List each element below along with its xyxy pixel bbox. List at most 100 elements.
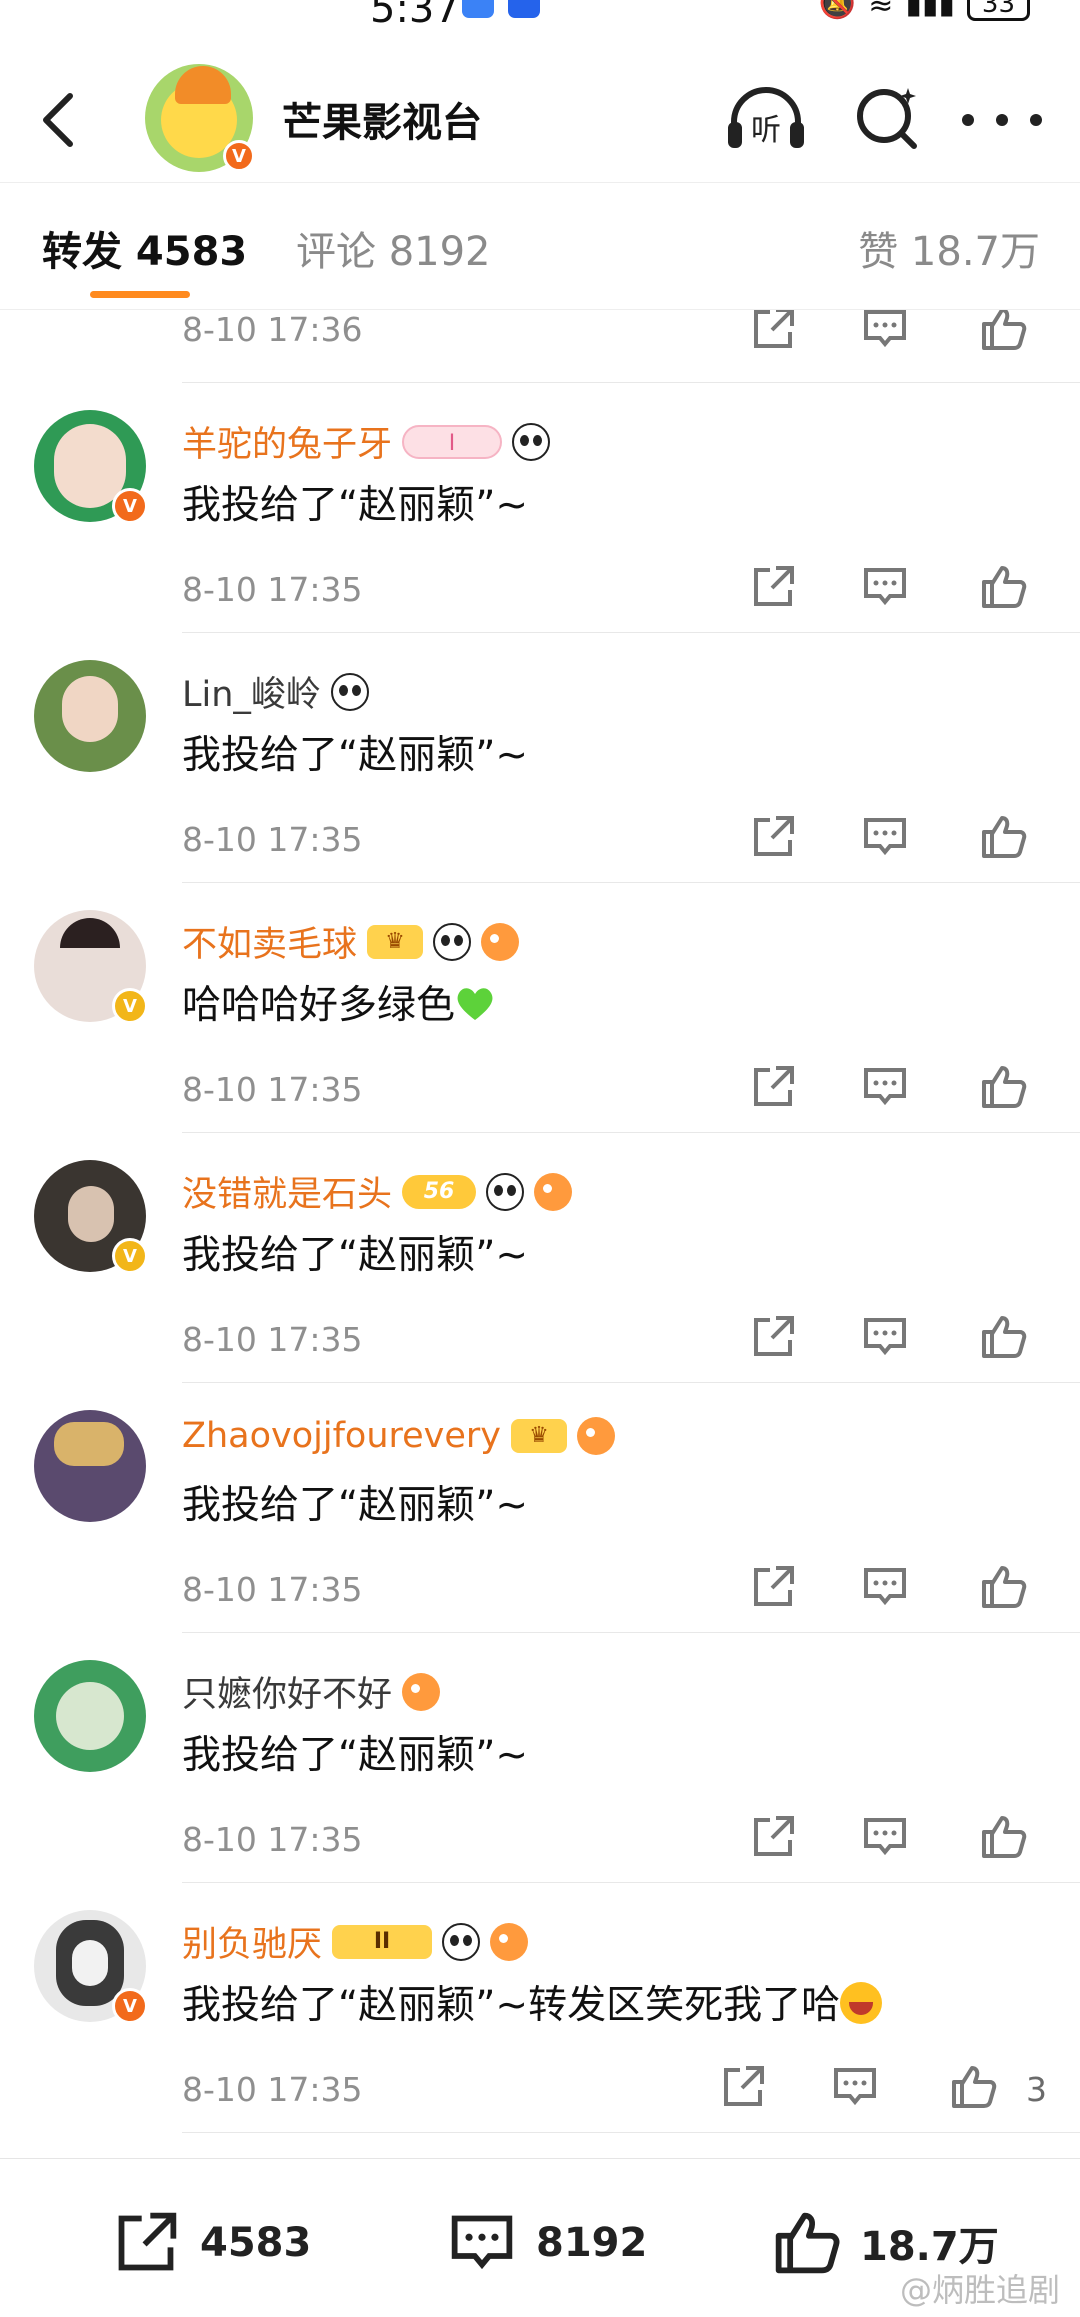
back-arrow-icon [43, 93, 73, 147]
comment-icon[interactable] [860, 310, 910, 354]
username[interactable]: Zhaovojjfourevery [182, 1416, 501, 1456]
bell-muted-icon: 🔕 [818, 0, 857, 21]
username[interactable]: 别负驰厌 [182, 1916, 322, 1967]
repost-text: 我投给了“赵丽颖”~ [182, 1733, 529, 1778]
comment-icon[interactable] [830, 2062, 880, 2112]
repost-icon[interactable] [748, 1312, 798, 1362]
repost-text-content: 哈哈哈好多绿色 [182, 983, 456, 1028]
repost-icon[interactable] [748, 562, 798, 612]
tab-repost[interactable]: 转发 4583 [42, 219, 247, 277]
watermark: @炳胜追剧 [899, 2271, 1060, 2309]
listen-icon: 听 [728, 87, 804, 148]
comment-icon[interactable] [860, 812, 910, 862]
repost-time: 8-10 17:35 [182, 2070, 363, 2109]
verified-icon: V [112, 1988, 148, 2024]
user-avatar[interactable] [34, 1410, 146, 1522]
bottom-repost-button[interactable]: 4583 [110, 2207, 311, 2279]
bottom-comment-button[interactable]: 8192 [446, 2207, 647, 2279]
comment-icon[interactable] [860, 1562, 910, 1612]
bottom-repost-count: 4583 [200, 2220, 312, 2266]
user-avatar[interactable] [34, 1660, 146, 1772]
like-count: 3 [1026, 2070, 1047, 2109]
username[interactable]: 只嬷你好不好 [182, 1666, 392, 1717]
repost-time: 8-10 17:35 [182, 1320, 363, 1359]
username-line: 别负驰厌 II [182, 1916, 529, 1967]
repost-text: 哈哈哈好多绿色 [182, 974, 495, 1030]
repost-icon[interactable] [718, 2062, 768, 2112]
comment-icon[interactable] [860, 562, 910, 612]
username-line: 羊驼的兔子牙 I [182, 416, 551, 467]
account-avatar[interactable]: V [145, 64, 255, 172]
verified-icon: V [112, 1238, 148, 1274]
tab-comment[interactable]: 评论 8192 [296, 219, 491, 277]
user-avatar[interactable] [34, 660, 146, 772]
repost-item[interactable]: V 不如卖毛球 ♛ 哈哈哈好多绿色 8-10 17:35 [0, 882, 1080, 1133]
username[interactable]: 没错就是石头 [182, 1166, 392, 1217]
fish-emoji-icon [402, 1672, 441, 1711]
repost-list[interactable]: 8-10 17:36 V 羊驼的兔子牙 I 我投给了“赵丽颖”~ 8-10 17… [0, 310, 1080, 2155]
comment-icon[interactable] [860, 1312, 910, 1362]
repost-item[interactable]: V 羊驼的兔子牙 I 我投给了“赵丽颖”~ 8-10 17:35 [0, 382, 1080, 633]
active-tab-indicator [90, 291, 190, 298]
like-icon[interactable] [978, 1562, 1028, 1612]
tab-like[interactable]: 赞 18.7万 [858, 219, 1040, 277]
repost-icon[interactable] [748, 1812, 798, 1862]
header: V 芒果影视台 听 [0, 60, 1080, 180]
repost-item[interactable]: Lin_峻岭 我投给了“赵丽颖”~ 8-10 17:35 [0, 632, 1080, 883]
listen-button[interactable]: 听 [724, 84, 808, 154]
user-avatar[interactable]: V [34, 1160, 148, 1274]
repost-icon[interactable] [748, 310, 798, 354]
repost-text: 我投给了“赵丽颖”~ [182, 1233, 529, 1278]
comment-icon[interactable] [860, 1812, 910, 1862]
repost-item[interactable]: 只嬷你好不好 我投给了“赵丽颖”~ 8-10 17:35 [0, 1632, 1080, 1883]
crown-badge: ♛ [367, 924, 424, 959]
status-time: 5:37 [370, 0, 460, 32]
panda-emoji-icon [330, 672, 369, 711]
repost-icon[interactable] [748, 1562, 798, 1612]
user-avatar[interactable]: V [34, 1910, 148, 2024]
verified-icon: V [112, 488, 148, 524]
laugh-emoji-icon [840, 1982, 883, 2024]
repost-text-content: 我投给了“赵丽颖”~转发区笑死我了哈 [182, 1983, 841, 2028]
avatar-portrait [62, 676, 118, 742]
like-icon[interactable] [948, 2062, 998, 2112]
crown-level-badge: II [332, 1924, 433, 1959]
page-title[interactable]: 芒果影视台 [282, 90, 482, 148]
member-badge: I [402, 424, 503, 459]
repost-text: 我投给了“赵丽颖”~ [182, 483, 529, 528]
like-icon[interactable] [978, 1312, 1028, 1362]
repost-time: 8-10 17:36 [182, 310, 363, 349]
user-avatar[interactable]: V [34, 410, 148, 524]
comment-icon[interactable] [860, 1062, 910, 1112]
search-button[interactable] [852, 82, 922, 154]
avatar-portrait [56, 1682, 124, 1750]
like-icon [775, 2212, 840, 2274]
crown-badge: ♛ [511, 1419, 568, 1453]
repost-item[interactable]: Zhaovojjfourevery ♛ 我投给了“赵丽颖”~ 8-10 17:3… [0, 1382, 1080, 1633]
user-avatar[interactable]: V [34, 910, 148, 1024]
repost-text: 我投给了“赵丽颖”~ [182, 733, 529, 778]
like-icon[interactable] [978, 1812, 1028, 1862]
fish-emoji-icon [481, 922, 520, 961]
wifi-icon: ≋ [868, 0, 894, 21]
username[interactable]: 羊驼的兔子牙 [182, 416, 392, 467]
repost-icon[interactable] [748, 812, 798, 862]
like-icon[interactable] [978, 562, 1028, 612]
svg-text:听: 听 [751, 113, 781, 148]
row-divider [182, 2132, 1080, 2133]
battery-level: 33 [966, 0, 1030, 21]
tab-bar: 转发 4583 评论 8192 赞 18.7万 [0, 182, 1080, 310]
like-icon[interactable] [978, 310, 1028, 354]
more-button[interactable] [962, 100, 1042, 140]
repost-item[interactable]: V 别负驰厌 II 我投给了“赵丽颖”~转发区笑死我了哈 8-10 17:35 … [0, 1882, 1080, 2133]
repost-icon[interactable] [748, 1062, 798, 1112]
username[interactable]: 不如卖毛球 [182, 916, 357, 967]
repost-item[interactable]: V 没错就是石头 56 我投给了“赵丽颖”~ 8-10 17:35 [0, 1132, 1080, 1383]
repost-text: 我投给了“赵丽颖”~ [182, 1483, 529, 1528]
username[interactable]: Lin_峻岭 [182, 666, 321, 717]
back-button[interactable] [30, 80, 90, 160]
username-line: 只嬷你好不好 [182, 1666, 441, 1717]
like-icon[interactable] [978, 812, 1028, 862]
username-line: 不如卖毛球 ♛ [182, 916, 520, 967]
like-icon[interactable] [978, 1062, 1028, 1112]
